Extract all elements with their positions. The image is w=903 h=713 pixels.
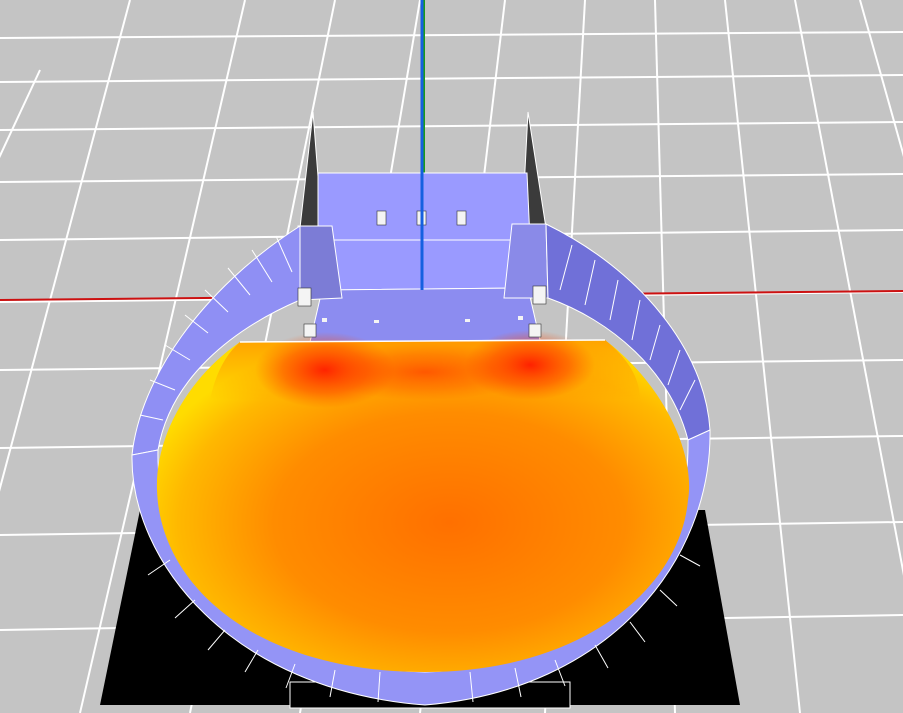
stage-back-wall	[317, 172, 531, 241]
stage-floor	[329, 239, 521, 291]
scene-canvas[interactable]	[0, 0, 903, 713]
3d-viewport[interactable]	[0, 0, 903, 713]
heatmap-hotspot-center	[315, 344, 535, 400]
